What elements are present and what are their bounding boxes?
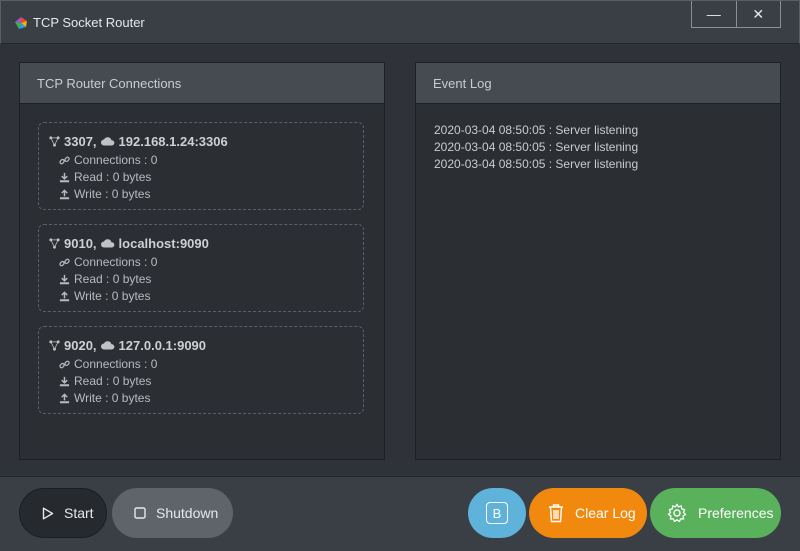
upload-icon	[59, 392, 70, 403]
read-bytes: Read : 0 bytes	[74, 272, 152, 286]
log-line: 2020-03-04 08:50:05 : Server listening	[434, 157, 639, 171]
close-button[interactable]: ✕	[735, 1, 781, 27]
clear-log-button[interactable]: Clear Log	[529, 488, 647, 538]
window-title: TCP Socket Router	[33, 15, 145, 30]
app-logo-icon	[15, 17, 27, 29]
connection-count: Connections : 0	[74, 255, 158, 269]
event-log-title: Event Log	[416, 63, 780, 104]
upload-icon	[59, 290, 70, 301]
connections-panel: TCP Router Connections 3307, 192.168.1.2…	[19, 62, 385, 460]
bottom-toolbar: Start Shutdown B Clear Log Preferences	[0, 476, 800, 551]
connection-target: 192.168.1.24:3306	[118, 134, 228, 149]
bootstrap-button[interactable]: B	[468, 488, 526, 538]
log-line: 2020-03-04 08:50:05 : Server listening	[434, 123, 639, 137]
download-icon	[59, 376, 70, 386]
link-icon	[59, 360, 70, 368]
event-log-panel: Event Log 2020-03-04 08:50:05 : Server l…	[415, 62, 781, 460]
b-icon: B	[486, 502, 508, 524]
link-icon	[59, 258, 70, 266]
connection-target: 127.0.0.1:9090	[118, 338, 207, 353]
stop-icon	[134, 507, 146, 519]
connection-port: 3307,	[64, 134, 97, 149]
trash-icon	[549, 504, 563, 523]
gear-icon	[667, 503, 687, 523]
event-log-content[interactable]: 2020-03-04 08:50:05 : Server listening 2…	[416, 104, 780, 173]
shutdown-button[interactable]: Shutdown	[112, 488, 233, 538]
cloud-icon	[100, 341, 114, 350]
connection-port: 9010,	[64, 236, 97, 251]
connection-target: localhost:9090	[118, 236, 209, 251]
upload-icon	[59, 188, 70, 199]
play-icon	[42, 507, 54, 519]
read-bytes: Read : 0 bytes	[74, 170, 152, 184]
connection-port: 9020,	[64, 338, 97, 353]
cloud-icon	[100, 137, 114, 146]
start-button[interactable]: Start	[19, 488, 107, 538]
window-controls: — ✕	[691, 1, 781, 28]
clear-log-label: Clear Log	[575, 505, 636, 521]
route-icon	[49, 340, 60, 351]
download-icon	[59, 172, 70, 182]
connections-panel-title: TCP Router Connections	[20, 63, 384, 104]
connection-card[interactable]: 9020, 127.0.0.1:9090 Connections : 0 Rea…	[38, 326, 364, 414]
write-bytes: Write : 0 bytes	[74, 289, 151, 303]
write-bytes: Write : 0 bytes	[74, 187, 151, 201]
read-bytes: Read : 0 bytes	[74, 374, 152, 388]
write-bytes: Write : 0 bytes	[74, 391, 151, 405]
log-line: 2020-03-04 08:50:05 : Server listening	[434, 140, 639, 154]
route-icon	[49, 238, 60, 249]
shutdown-label: Shutdown	[156, 505, 219, 521]
preferences-label: Preferences	[698, 505, 774, 521]
title-bar: TCP Socket Router — ✕	[0, 0, 800, 44]
connection-count: Connections : 0	[74, 357, 158, 371]
connection-card[interactable]: 3307, 192.168.1.24:3306 Connections : 0 …	[38, 122, 364, 210]
route-icon	[49, 136, 60, 147]
link-icon	[59, 156, 70, 164]
minimize-button[interactable]: —	[692, 1, 736, 27]
cloud-icon	[100, 239, 114, 248]
preferences-button[interactable]: Preferences	[650, 488, 781, 538]
connection-count: Connections : 0	[74, 153, 158, 167]
download-icon	[59, 274, 70, 284]
connection-card[interactable]: 9010, localhost:9090 Connections : 0 Rea…	[38, 224, 364, 312]
start-label: Start	[64, 505, 94, 521]
